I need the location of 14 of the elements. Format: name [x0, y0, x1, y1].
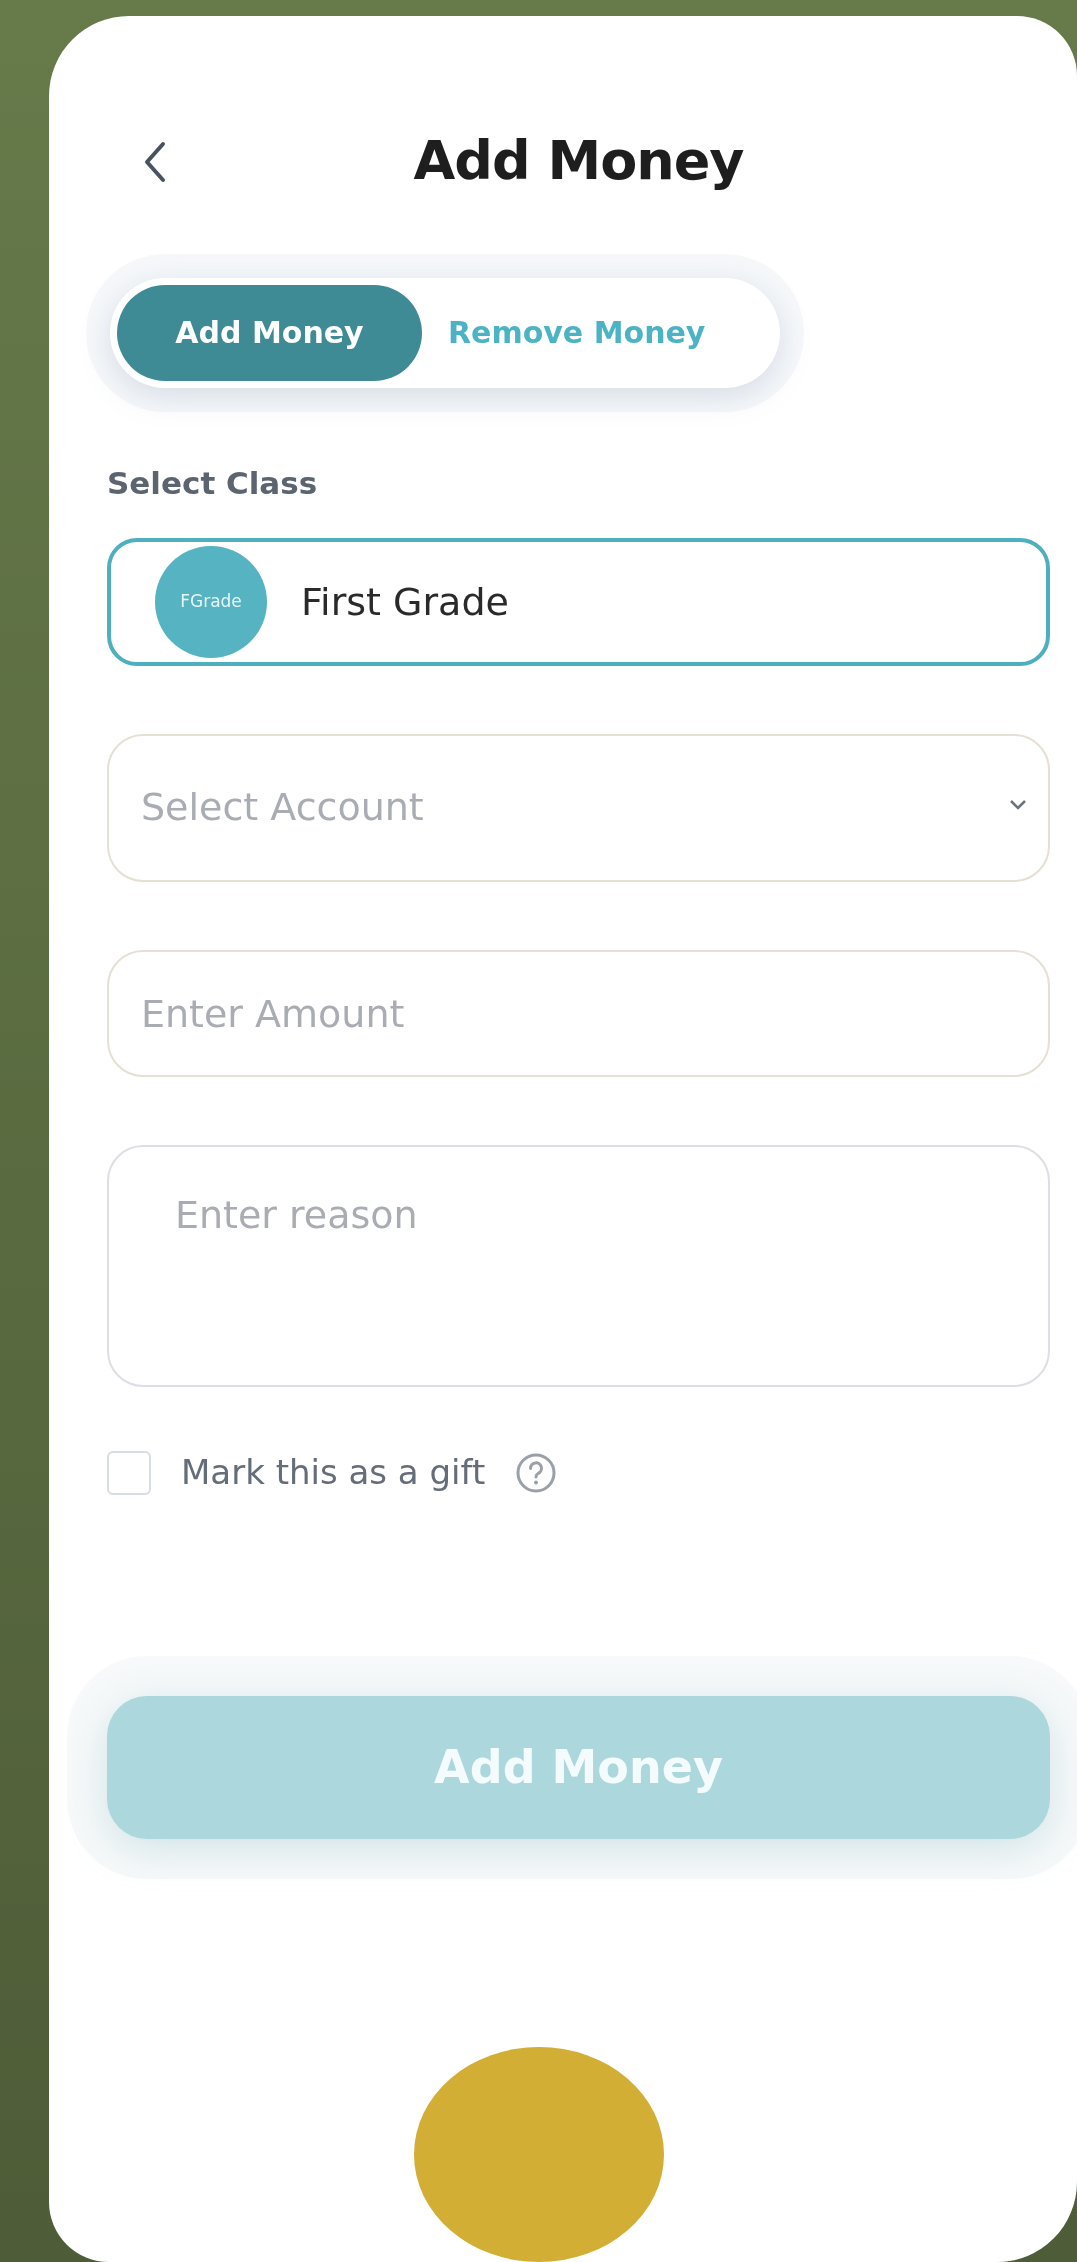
class-name: First Grade: [301, 578, 509, 626]
chevron-down-icon: [1008, 797, 1028, 812]
help-icon[interactable]: [515, 1451, 558, 1494]
gift-checkbox[interactable]: [107, 1450, 151, 1495]
field-label: Select Class: [107, 463, 319, 503]
class-avatar: FGrade: [155, 546, 267, 659]
segment-tab[interactable]: Add Money: [117, 284, 422, 381]
screen-title: Add Money: [413, 129, 744, 195]
checkbox-label: Mark this as a gift: [181, 1451, 486, 1495]
account-select[interactable]: Select Account: [107, 733, 1050, 882]
class-selector[interactable]: FGrade First Grade: [107, 538, 1050, 666]
segment-tab[interactable]: Remove Money: [422, 284, 732, 381]
reason-field[interactable]: Enter reason: [107, 1145, 1050, 1388]
amount-field[interactable]: Enter Amount: [107, 949, 1050, 1078]
